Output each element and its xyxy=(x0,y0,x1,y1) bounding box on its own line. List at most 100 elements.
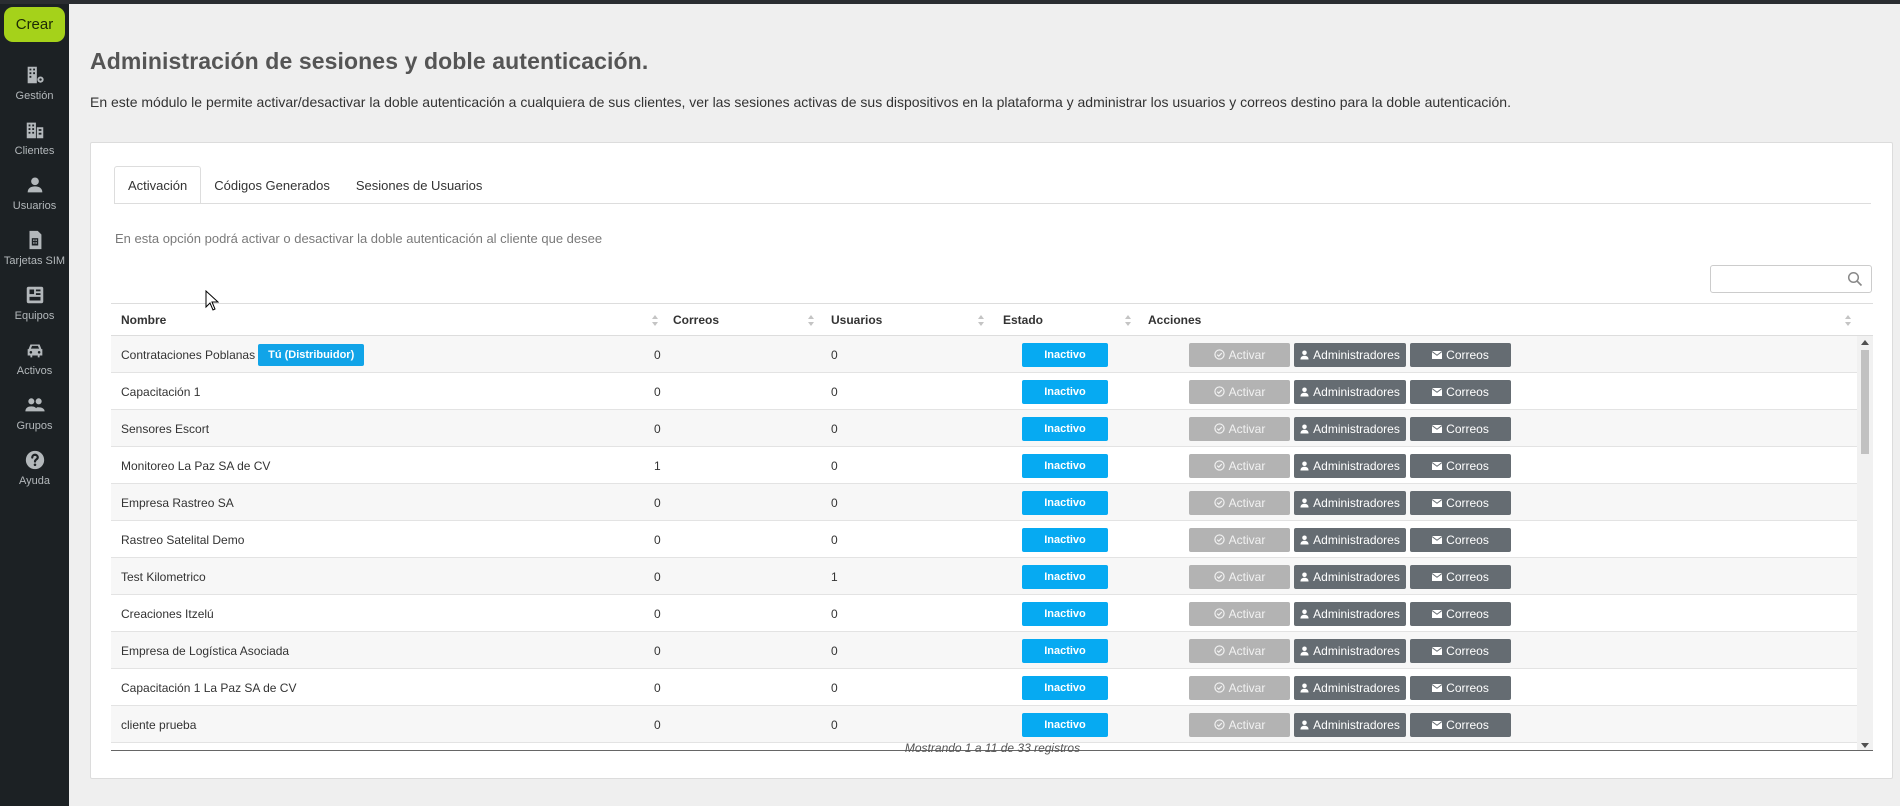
scroll-thumb[interactable] xyxy=(1861,350,1869,454)
table-scrollbar[interactable] xyxy=(1857,336,1873,750)
column-header-usuarios[interactable]: Usuarios xyxy=(821,304,991,336)
button-label: Correos xyxy=(1446,458,1489,473)
tab-activacion[interactable]: Activación xyxy=(114,166,202,204)
administrators-button[interactable]: Administradores xyxy=(1294,453,1406,478)
emails-button[interactable]: Correos xyxy=(1410,453,1511,478)
table-row: Capacitación 1 0 0 Inactivo Activar Admi… xyxy=(111,373,1857,410)
search-box xyxy=(1710,265,1872,293)
cell-correos: 0 xyxy=(654,680,661,695)
sidebar-item-label: Equipos xyxy=(14,310,55,322)
emails-button[interactable]: Correos xyxy=(1410,601,1511,626)
button-label: Correos xyxy=(1446,421,1489,436)
sort-icon xyxy=(1845,315,1851,326)
status-badge[interactable]: Inactivo xyxy=(1022,527,1108,552)
cell-correos: 0 xyxy=(654,421,661,436)
check-circle-icon xyxy=(1213,460,1225,471)
status-badge[interactable]: Inactivo xyxy=(1022,379,1108,404)
administrators-button[interactable]: Administradores xyxy=(1294,416,1406,441)
status-badge[interactable]: Inactivo xyxy=(1022,342,1108,367)
tab-sesiones-usuarios[interactable]: Sesiones de Usuarios xyxy=(343,166,495,204)
scroll-up-icon[interactable] xyxy=(1861,340,1869,345)
emails-button[interactable]: Correos xyxy=(1410,416,1511,441)
activate-button[interactable]: Activar xyxy=(1189,453,1290,478)
button-label: Administradores xyxy=(1313,495,1400,510)
sidebar-item-clientes[interactable]: Clientes xyxy=(0,117,69,169)
status-badge[interactable]: Inactivo xyxy=(1022,564,1108,589)
sidebar-item-label: Gestión xyxy=(15,90,54,102)
cell-nombre: Creaciones Itzelú xyxy=(121,595,214,632)
emails-button[interactable]: Correos xyxy=(1410,342,1511,367)
administrators-button[interactable]: Administradores xyxy=(1294,638,1406,663)
table-info: Mostrando 1 a 11 de 33 registros xyxy=(904,741,1081,755)
client-name: Test Kilometrico xyxy=(121,569,206,584)
column-label: Usuarios xyxy=(831,313,883,327)
emails-button[interactable]: Correos xyxy=(1410,527,1511,552)
sidebar-item-activos[interactable]: Activos xyxy=(0,337,69,389)
cell-nombre: Empresa de Logística Asociada xyxy=(121,632,289,669)
administrators-button[interactable]: Administradores xyxy=(1294,564,1406,589)
cell-usuarios: 0 xyxy=(831,532,838,547)
sidebar-item-ayuda[interactable]: Ayuda xyxy=(0,447,69,499)
activate-button[interactable]: Activar xyxy=(1189,342,1290,367)
administrators-button[interactable]: Administradores xyxy=(1294,490,1406,515)
table-row: Empresa Rastreo SA 0 0 Inactivo Activar … xyxy=(111,484,1857,521)
administrators-button[interactable]: Administradores xyxy=(1294,675,1406,700)
distributor-badge: Tú (Distribuidor) xyxy=(258,343,365,366)
create-button[interactable]: Crear xyxy=(4,7,65,42)
cell-acciones: Activar Administradores Correos xyxy=(1189,595,1511,632)
activate-button[interactable]: Activar xyxy=(1189,416,1290,441)
cell-nombre: Empresa Rastreo SA xyxy=(121,484,234,521)
tab-divider xyxy=(114,203,1871,204)
activate-button[interactable]: Activar xyxy=(1189,675,1290,700)
activate-button[interactable]: Activar xyxy=(1189,638,1290,663)
emails-button[interactable]: Correos xyxy=(1410,564,1511,589)
cell-nombre: Rastreo Satelital Demo xyxy=(121,521,244,558)
sidebar-item-usuarios[interactable]: Usuarios xyxy=(0,172,69,224)
column-header-estado[interactable]: Estado xyxy=(993,304,1138,336)
status-badge[interactable]: Inactivo xyxy=(1022,453,1108,478)
status-badge[interactable]: Inactivo xyxy=(1022,712,1108,737)
sidebar-item-tarjetas-sim[interactable]: Tarjetas SIM xyxy=(0,227,69,279)
column-header-nombre[interactable]: Nombre xyxy=(111,304,661,336)
cell-acciones: Activar Administradores Correos xyxy=(1189,373,1511,410)
sidebar-item-grupos[interactable]: Grupos xyxy=(0,392,69,444)
cell-correos: 1 xyxy=(654,458,661,473)
emails-button[interactable]: Correos xyxy=(1410,675,1511,700)
administrators-button[interactable]: Administradores xyxy=(1294,342,1406,367)
check-circle-icon xyxy=(1213,497,1225,508)
status-badge[interactable]: Inactivo xyxy=(1022,490,1108,515)
search-input[interactable] xyxy=(1711,266,1841,292)
table-row: Sensores Escort 0 0 Inactivo Activar Adm… xyxy=(111,410,1857,447)
activate-button[interactable]: Activar xyxy=(1189,564,1290,589)
activate-button[interactable]: Activar xyxy=(1189,601,1290,626)
status-badge[interactable]: Inactivo xyxy=(1022,638,1108,663)
table-row: cliente prueba 0 0 Inactivo Activar Admi… xyxy=(111,706,1857,743)
sidebar-item-gestion[interactable]: Gestión xyxy=(0,62,69,114)
administrators-button[interactable]: Administradores xyxy=(1294,712,1406,737)
client-name: Empresa de Logística Asociada xyxy=(121,643,290,658)
administrators-button[interactable]: Administradores xyxy=(1294,527,1406,552)
emails-button[interactable]: Correos xyxy=(1410,379,1511,404)
user-icon xyxy=(1300,424,1309,433)
activate-button[interactable]: Activar xyxy=(1189,527,1290,552)
envelope-icon xyxy=(1432,424,1443,433)
activate-button[interactable]: Activar xyxy=(1189,490,1290,515)
client-name: Sensores Escort xyxy=(121,421,210,436)
column-header-correos[interactable]: Correos xyxy=(663,304,821,336)
activate-button[interactable]: Activar xyxy=(1189,712,1290,737)
administrators-button[interactable]: Administradores xyxy=(1294,379,1406,404)
page-description: En este módulo le permite activar/desact… xyxy=(90,94,1511,110)
status-badge[interactable]: Inactivo xyxy=(1022,416,1108,441)
tab-codigos-generados[interactable]: Códigos Generados xyxy=(201,166,343,204)
column-header-acciones[interactable]: Acciones xyxy=(1138,304,1858,336)
cell-correos: 0 xyxy=(654,569,661,584)
administrators-button[interactable]: Administradores xyxy=(1294,601,1406,626)
group-icon xyxy=(24,398,45,412)
sidebar-item-equipos[interactable]: Equipos xyxy=(0,282,69,334)
status-badge[interactable]: Inactivo xyxy=(1022,601,1108,626)
emails-button[interactable]: Correos xyxy=(1410,712,1511,737)
emails-button[interactable]: Correos xyxy=(1410,638,1511,663)
status-badge[interactable]: Inactivo xyxy=(1022,675,1108,700)
activate-button[interactable]: Activar xyxy=(1189,379,1290,404)
emails-button[interactable]: Correos xyxy=(1410,490,1511,515)
